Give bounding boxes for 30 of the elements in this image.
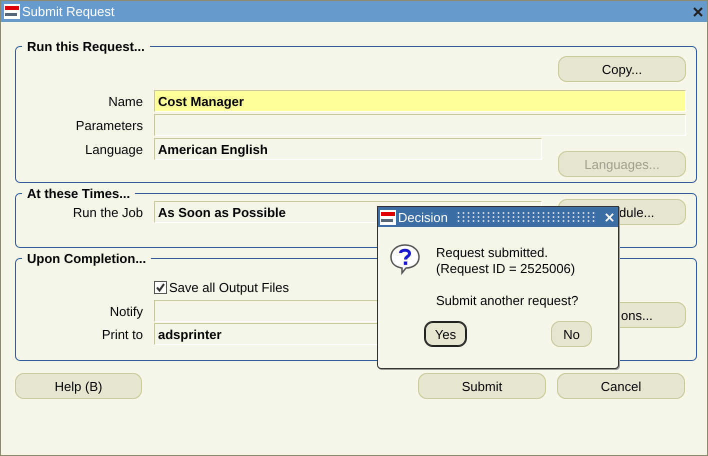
- dialog-message: (Request ID = 2525006): [436, 261, 576, 277]
- text-field[interactable]: American English: [154, 138, 542, 160]
- field-label: Run the Job: [72, 204, 143, 220]
- field-label: Language: [84, 142, 143, 156]
- dialog-message: Request submitted.: [436, 245, 550, 261]
- text-field[interactable]: Cost Manager: [154, 90, 686, 112]
- question-icon: [390, 243, 420, 275]
- logo-icon: [380, 210, 396, 224]
- dialog-action-button[interactable]: Submit: [418, 373, 546, 399]
- text-field[interactable]: [154, 114, 686, 136]
- window-title: Submit Request: [22, 4, 116, 19]
- checkbox-label: Save all Output Files: [169, 280, 289, 295]
- logo-icon: [4, 4, 20, 19]
- section-title: At these Times...: [26, 186, 132, 201]
- section-title: Run this Request...: [26, 39, 146, 54]
- save-output-checkbox[interactable]: Save all Output Files: [154, 280, 542, 295]
- dialog-button[interactable]: No: [551, 321, 592, 347]
- copy-button[interactable]: Copy...: [558, 56, 686, 82]
- dialog-title: Decision: [398, 210, 448, 224]
- dialog-button[interactable]: Yes: [424, 321, 467, 347]
- field-label: Parameters: [74, 118, 143, 132]
- section-title: Upon Completion...: [26, 251, 148, 266]
- field-label: Notify: [108, 304, 143, 318]
- close-icon[interactable]: [693, 6, 703, 16]
- dialog-action-button[interactable]: Help (B): [15, 373, 142, 399]
- checkbox[interactable]: [154, 281, 167, 294]
- check-icon: [156, 283, 165, 292]
- dialog-action-button[interactable]: Cancel: [557, 373, 685, 399]
- field-label: Print to: [100, 326, 143, 342]
- field-label: Name: [107, 94, 143, 108]
